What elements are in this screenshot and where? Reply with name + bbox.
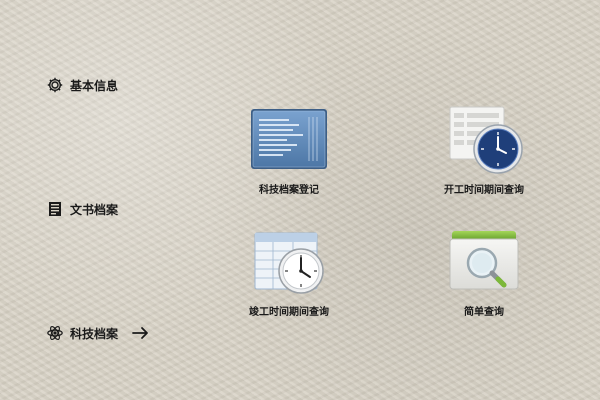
tile-label: 简单查询 — [464, 307, 504, 318]
blueprint-register-icon — [247, 105, 331, 177]
sidebar-item-label: 科技档案 — [70, 326, 119, 341]
magnifier-box-icon — [442, 227, 526, 299]
tile-tech-archive-register[interactable]: 科技档案登记 — [219, 105, 359, 196]
tile-completion-time-query[interactable]: 竣工时间期间查询 — [219, 227, 359, 318]
tile-start-time-query[interactable]: 开工时间期间查询 — [414, 105, 554, 196]
atom-icon — [46, 324, 64, 342]
sidebar-item-tech-archive[interactable]: 科技档案 — [46, 324, 150, 342]
clock-list-icon — [442, 105, 526, 177]
document-icon — [46, 200, 64, 218]
tile-label: 开工时间期间查询 — [444, 185, 524, 196]
clock-form-icon — [247, 227, 331, 299]
arrow-right-icon — [132, 326, 150, 340]
sidebar-item-basic-info[interactable]: 基本信息 — [46, 76, 118, 94]
tile-simple-query[interactable]: 简单查询 — [414, 227, 554, 318]
sidebar-item-label: 文书档案 — [70, 202, 119, 217]
sidebar-item-document-archive[interactable]: 文书档案 — [46, 200, 118, 218]
tile-label: 科技档案登记 — [259, 185, 319, 196]
sidebar-item-label: 基本信息 — [70, 78, 119, 93]
gear-icon — [46, 76, 64, 94]
tile-label: 竣工时间期间查询 — [249, 307, 329, 318]
